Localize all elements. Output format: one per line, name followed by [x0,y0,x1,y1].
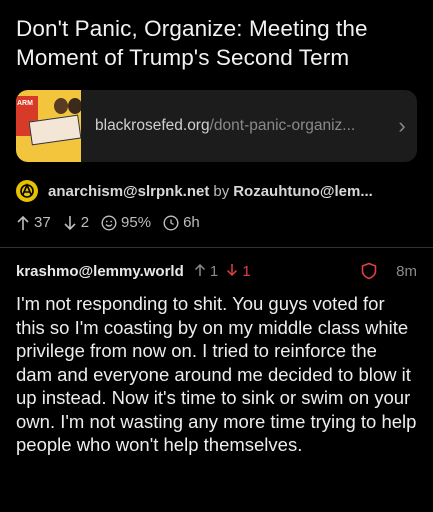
comment-upvote[interactable]: 1 [194,262,219,280]
upvote-stat[interactable]: 37 [16,214,51,231]
shield-icon[interactable] [360,262,378,280]
thumb-face-1 [54,98,68,114]
post-stats: 37 2 95% 6h [16,214,417,231]
link-card[interactable]: ARM blackrosefed.org/dont-panic-organiz.… [16,90,417,162]
post-meta: anarchism@slrpnk.net by Rozauhtuno@lem..… [16,180,417,202]
smiley-icon [101,214,117,231]
link-thumbnail[interactable]: ARM [16,90,81,162]
link-url: blackrosefed.org/dont-panic-organiz... [81,117,387,135]
comment[interactable]: krashmo@lemmy.world 1 1 8m I'm not respo… [0,248,433,457]
age-stat: 6h [163,214,200,231]
thumb-label: ARM [17,100,33,107]
comment-downvote-count: 1 [242,262,251,280]
comment-author[interactable]: krashmo@lemmy.world [16,263,184,280]
chevron-right-icon: › [398,113,406,138]
percent-stat: 95% [101,214,151,231]
upvote-percent: 95% [121,214,152,231]
post-author[interactable]: Rozauhtuno@lem... [233,183,373,200]
downvote-stat[interactable]: 2 [63,214,89,231]
community-avatar-icon[interactable] [16,180,38,202]
arrow-up-icon [17,215,29,230]
link-path: /dont-panic-organiz... [209,117,356,134]
comment-body: I'm not responding to shit. You guys vot… [16,293,417,455]
comment-header: krashmo@lemmy.world 1 1 8m [16,262,417,280]
comment-upvote-count: 1 [209,262,219,280]
comment-age: 8m [396,262,417,280]
arrow-down-icon [64,215,76,230]
arrow-down-icon [227,263,238,276]
post: Don't Panic, Organize: Meeting the Momen… [0,0,433,231]
clock-icon [163,214,179,231]
community-name[interactable]: anarchism@slrpnk.net [48,183,209,200]
comment-downvote[interactable]: 1 [226,263,251,280]
downvote-count: 2 [80,214,90,231]
post-title[interactable]: Don't Panic, Organize: Meeting the Momen… [16,14,417,72]
link-domain: blackrosefed.org [95,117,210,134]
anarchy-icon [16,180,38,202]
thumb-face-2 [68,98,81,114]
by-label: by [213,182,230,200]
post-age: 6h [183,214,200,231]
arrow-up-icon [194,263,205,276]
upvote-count: 37 [34,214,51,231]
